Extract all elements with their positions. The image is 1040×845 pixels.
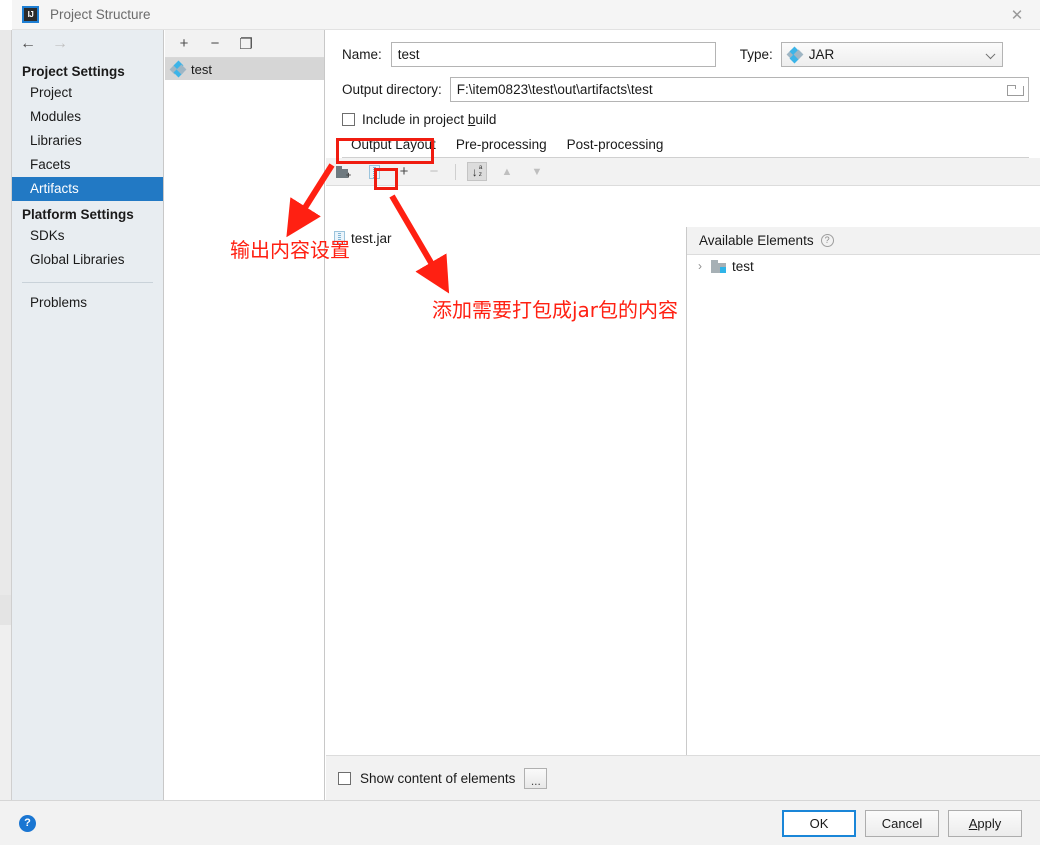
available-element-item-test[interactable]: › test bbox=[687, 255, 1040, 277]
project-structure-dialog: IJ Project Structure ✕ ← → Project Setti… bbox=[0, 0, 1040, 845]
output-layout-tree: test.jar bbox=[326, 227, 687, 755]
remove-artifact-button[interactable]: − bbox=[206, 35, 224, 53]
copy-artifact-button[interactable]: ❐ bbox=[237, 35, 255, 53]
artifact-type-value: JAR bbox=[808, 47, 835, 62]
forward-arrow-icon[interactable]: → bbox=[52, 36, 68, 52]
chevron-down-icon bbox=[985, 48, 996, 59]
sidebar-group-platform-settings: Platform Settings bbox=[22, 207, 134, 222]
available-elements-header: Available Elements ? bbox=[687, 227, 1040, 255]
tab-pre-processing[interactable]: Pre-processing bbox=[447, 134, 556, 157]
tab-output-layout[interactable]: Output Layout bbox=[342, 134, 445, 157]
chevron-right-icon[interactable]: › bbox=[695, 259, 705, 273]
add-artifact-button[interactable]: + bbox=[175, 35, 193, 53]
output-directory-input[interactable]: F:\item0823\test\out\artifacts\test bbox=[449, 77, 1029, 102]
available-element-label: test bbox=[732, 258, 754, 274]
settings-sidebar: ← → Project Settings Project Modules Lib… bbox=[12, 30, 164, 800]
remove-button[interactable]: − bbox=[423, 161, 445, 182]
cancel-button[interactable]: Cancel bbox=[865, 809, 939, 837]
available-elements-title: Available Elements bbox=[699, 233, 814, 248]
artifact-item-label: test bbox=[191, 61, 212, 77]
show-content-of-elements-label[interactable]: Show content of elements bbox=[360, 771, 515, 786]
archive-icon bbox=[368, 164, 380, 179]
help-icon[interactable]: ? bbox=[820, 234, 834, 247]
sidebar-item-problems[interactable]: Problems bbox=[12, 291, 163, 315]
name-type-row: Name: test Type: JAR bbox=[342, 42, 1029, 67]
output-tree-item-testjar[interactable]: test.jar bbox=[326, 227, 686, 249]
artifact-form: Name: test Type: JAR Output directory: F… bbox=[326, 30, 1040, 158]
background-strip bbox=[0, 595, 12, 625]
sidebar-item-artifacts[interactable]: Artifacts bbox=[12, 177, 163, 201]
sidebar-item-libraries[interactable]: Libraries bbox=[12, 129, 163, 153]
dialog-body: ← → Project Settings Project Modules Lib… bbox=[12, 30, 1040, 800]
layout-panes: test.jar Available Elements ? › test bbox=[326, 227, 1040, 755]
background-strip bbox=[0, 30, 12, 595]
title-bar: IJ Project Structure ✕ bbox=[12, 0, 1040, 30]
help-icon[interactable]: ? bbox=[19, 814, 36, 832]
footer-buttons: OK Cancel Apply bbox=[782, 809, 1022, 837]
toolbar-divider bbox=[455, 163, 456, 180]
ok-button[interactable]: OK bbox=[782, 809, 856, 837]
show-content-of-elements-checkbox[interactable] bbox=[338, 771, 351, 785]
output-directory-label: Output directory: bbox=[342, 82, 442, 97]
sidebar-item-global-libraries[interactable]: Global Libraries bbox=[12, 248, 163, 272]
jar-diamond-icon bbox=[169, 60, 187, 78]
move-down-button[interactable]: ▼ bbox=[526, 161, 548, 182]
add-copy-button[interactable]: + bbox=[393, 161, 415, 182]
type-label: Type: bbox=[739, 47, 773, 62]
output-tree-item-label: test.jar bbox=[351, 230, 392, 246]
include-in-build-checkbox[interactable] bbox=[342, 113, 355, 126]
dialog-footer: ? OK Cancel Apply bbox=[0, 800, 1040, 845]
sidebar-divider bbox=[22, 282, 153, 283]
module-folder-icon bbox=[711, 259, 726, 273]
output-layout-toolbar: + + − ↓ a z ▲ ▼ bbox=[326, 158, 1040, 186]
create-directory-button[interactable]: + bbox=[333, 161, 355, 182]
browse-folder-icon[interactable] bbox=[1007, 84, 1024, 96]
navigation-arrows: ← → bbox=[12, 30, 163, 58]
sidebar-item-modules[interactable]: Modules bbox=[12, 105, 163, 129]
apply-button[interactable]: Apply bbox=[948, 809, 1022, 837]
background-strip bbox=[0, 625, 12, 820]
sidebar-item-project[interactable]: Project bbox=[12, 81, 163, 105]
name-input[interactable]: test bbox=[390, 42, 716, 67]
sort-az-icon: ↓ a z bbox=[467, 162, 487, 181]
include-in-build-row: Include in project build bbox=[342, 112, 1029, 127]
artifact-editor: Name: test Type: JAR Output directory: F… bbox=[326, 30, 1040, 800]
artifacts-toolbar: + − ❐ bbox=[165, 30, 324, 58]
include-in-build-label[interactable]: Include in project build bbox=[362, 112, 496, 127]
output-layout-options-bar: Show content of elements ... bbox=[326, 755, 1040, 800]
back-arrow-icon[interactable]: ← bbox=[20, 36, 36, 52]
sort-by-name-button[interactable]: ↓ a z bbox=[466, 161, 488, 182]
name-label: Name: bbox=[342, 47, 382, 62]
close-icon[interactable]: ✕ bbox=[994, 0, 1040, 30]
artifacts-list-panel: + − ❐ test bbox=[165, 30, 325, 800]
tab-post-processing[interactable]: Post-processing bbox=[558, 134, 673, 157]
folder-add-icon: + bbox=[336, 165, 352, 179]
move-up-button[interactable]: ▲ bbox=[496, 161, 518, 182]
jar-diamond-icon bbox=[786, 46, 804, 63]
artifact-tabs: Output Layout Pre-processing Post-proces… bbox=[342, 133, 1029, 158]
window-title: Project Structure bbox=[50, 7, 151, 22]
archive-icon bbox=[334, 231, 345, 245]
sidebar-item-sdks[interactable]: SDKs bbox=[12, 224, 163, 248]
artifact-type-dropdown[interactable]: JAR bbox=[780, 42, 1003, 67]
more-options-button[interactable]: ... bbox=[524, 767, 548, 789]
sidebar-item-facets[interactable]: Facets bbox=[12, 153, 163, 177]
intellij-logo-icon: IJ bbox=[22, 6, 39, 23]
available-elements-panel: Available Elements ? › test bbox=[687, 227, 1040, 755]
sidebar-group-project-settings: Project Settings bbox=[22, 64, 125, 79]
create-archive-button[interactable] bbox=[363, 161, 385, 182]
artifact-list-item-test[interactable]: test bbox=[165, 58, 324, 80]
output-directory-row: Output directory: F:\item0823\test\out\a… bbox=[342, 77, 1029, 102]
